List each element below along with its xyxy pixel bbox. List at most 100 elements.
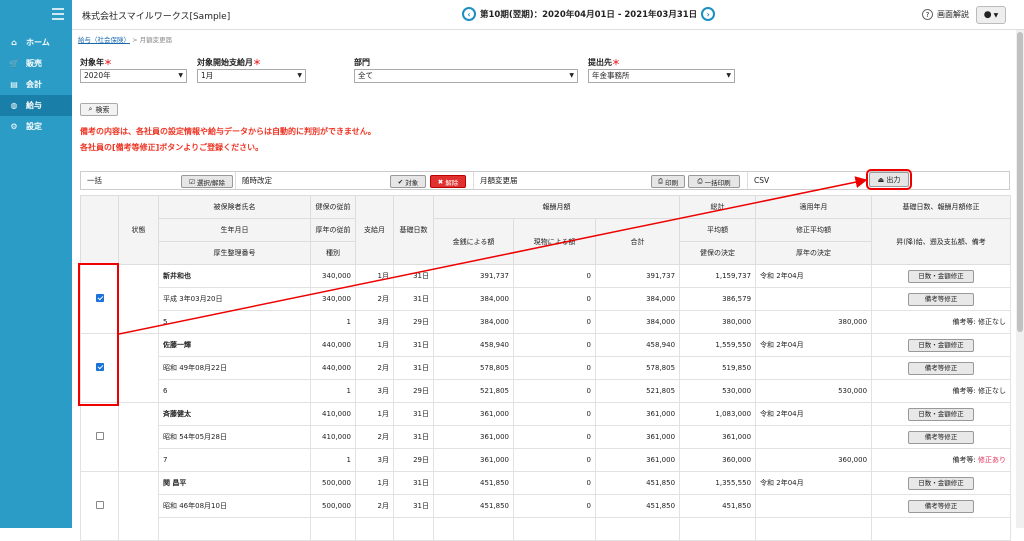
sidebar-item-4[interactable]: ⚙ 設定 xyxy=(0,116,72,137)
sidebar-item-2[interactable]: ▤ 会計 xyxy=(0,74,72,95)
chevron-down-icon: ▼ xyxy=(297,72,302,79)
pay-month: 3月 xyxy=(355,310,394,334)
menu-icon[interactable] xyxy=(52,8,64,23)
note-value: 修正なし xyxy=(978,318,1007,326)
company-name: 株式会社スマイルワークス[Sample] xyxy=(82,12,231,22)
goods-amount: 0 xyxy=(513,264,596,288)
select-release-button[interactable]: ☑ 選択/解除 xyxy=(181,175,233,188)
notice-line-2: 各社員の[備考等修正]ボタンよりご登録ください。 xyxy=(80,143,264,152)
total-amount: 451,850 xyxy=(594,494,681,518)
prev-period-icon[interactable]: ‹ xyxy=(462,7,476,21)
sidebar-item-3[interactable]: ◍ 給与 xyxy=(0,95,72,116)
select-cell xyxy=(80,402,119,472)
note-value: 修正あり xyxy=(978,456,1007,464)
base-days: 31日 xyxy=(393,264,434,288)
release-button[interactable]: ✖ 解除 xyxy=(430,175,466,188)
note-prefix: 備考等: xyxy=(952,387,979,395)
user-menu-button[interactable]: ● ▼ xyxy=(976,6,1006,24)
money-bag-icon: ◍ xyxy=(10,101,18,110)
note-fix-button[interactable]: 備考等修正 xyxy=(908,292,975,306)
total-amount: 458,940 xyxy=(594,333,681,357)
note-fix-cell: 備考等修正 xyxy=(871,356,1012,380)
average: 451,850 xyxy=(679,494,757,518)
table-row: 7 1 3月 29日 361,000 0 361,000 360,000 360,000 備考等:… xyxy=(81,448,1012,472)
sum: 1,159,737 xyxy=(679,264,757,288)
cash-amount: 451,850 xyxy=(433,494,514,518)
average: 361,000 xyxy=(679,425,757,449)
page-scrollbar[interactable] xyxy=(1016,30,1024,528)
note-value: 修正なし xyxy=(978,387,1007,395)
breadcrumb-current: 月額変更届 xyxy=(139,36,173,44)
total-amount: 521,805 xyxy=(594,379,681,403)
status-cell xyxy=(118,264,159,334)
row-checkbox[interactable] xyxy=(95,501,104,509)
pay-month: 1月 xyxy=(355,333,394,357)
bulk-print-button[interactable]: ⎙ 一括印刷 xyxy=(688,175,740,188)
hi-prev: 500,000 xyxy=(310,471,356,495)
pension-no xyxy=(158,517,311,541)
days-amount-fix-button[interactable]: 日数・金額修正 xyxy=(908,476,975,490)
breadcrumb-link[interactable]: 給与（社会保険） xyxy=(78,36,130,44)
row-checkbox[interactable] xyxy=(95,432,104,440)
apply-month: 令和 2年04月 xyxy=(755,471,873,495)
employee-name: 佐藤一輝 xyxy=(158,333,311,357)
check-icon: ✔ xyxy=(397,177,404,186)
hi-decided xyxy=(679,517,757,541)
cash-amount: 361,000 xyxy=(433,402,514,426)
search-button[interactable]: ⌕ 検索 xyxy=(80,103,118,116)
note-fix-button[interactable]: 備考等修正 xyxy=(908,430,975,444)
empty-cell xyxy=(393,517,434,541)
base-days: 31日 xyxy=(393,287,434,311)
next-period-icon[interactable]: › xyxy=(701,7,716,21)
help-link[interactable]: ? 画面解説 xyxy=(922,9,969,20)
help-icon: ? xyxy=(922,9,933,20)
csv-output-button[interactable]: ⏏ 出力 xyxy=(866,169,912,190)
note-fix-button[interactable]: 備考等修正 xyxy=(908,499,975,513)
target-button[interactable]: ✔ 対象 xyxy=(390,175,426,188)
sidebar-item-label: ホーム xyxy=(26,38,50,47)
chevron-down-icon: ▼ xyxy=(569,72,574,79)
pay-month: 3月 xyxy=(355,379,394,403)
goods-amount: 0 xyxy=(513,379,596,403)
pay-month: 2月 xyxy=(355,356,394,380)
month-select[interactable]: 1月 ▼ xyxy=(197,69,306,83)
empty-cell xyxy=(513,517,596,541)
dept-select[interactable]: 全て ▼ xyxy=(354,69,578,83)
type: 1 xyxy=(310,310,356,334)
pi-prev: 410,000 xyxy=(310,425,356,449)
table-row: 昭和 46年08月10日 500,000 2月 31日 451,850 0 451,850 4… xyxy=(81,494,1012,518)
form-section: 月額変更届 ⎙ 印刷 ⎙ 一括印刷 xyxy=(474,172,748,189)
cash-amount: 361,000 xyxy=(433,425,514,449)
dest-select[interactable]: 年金事務所 ▼ xyxy=(588,69,735,83)
bulk-section: 一括 ☑ 選択/解除 xyxy=(81,172,236,189)
ledger-icon: ▤ xyxy=(10,80,18,89)
days-amount-fix-button[interactable]: 日数・金額修正 xyxy=(908,338,975,352)
average: 519,850 xyxy=(679,356,757,380)
table-row: 昭和 49年08月22日 440,000 2月 31日 578,805 0 578,805 5… xyxy=(81,356,1012,380)
base-days: 31日 xyxy=(393,425,434,449)
base-days: 29日 xyxy=(393,448,434,472)
note-fix-button[interactable]: 備考等修正 xyxy=(908,361,975,375)
status-cell xyxy=(118,402,159,472)
pay-month: 2月 xyxy=(355,494,394,518)
days-amount-fix-button[interactable]: 日数・金額修正 xyxy=(908,407,975,421)
search-icon: ⌕ xyxy=(88,105,93,113)
apply-month: 令和 2年04月 xyxy=(755,333,873,357)
sidebar-item-0[interactable]: ⌂ ホーム xyxy=(0,32,72,53)
table-row: 昭和 54年05月28日 410,000 2月 31日 361,000 0 361,000 3… xyxy=(81,425,1012,449)
days-amount-fix-button[interactable]: 日数・金額修正 xyxy=(908,269,975,283)
print-button[interactable]: ⎙ 印刷 xyxy=(651,175,685,188)
pay-month: 1月 xyxy=(355,471,394,495)
fix-cell: 日数・金額修正 xyxy=(871,402,1012,426)
note-prefix: 備考等: xyxy=(952,456,979,464)
year-select[interactable]: 2020年 ▼ xyxy=(80,69,187,83)
sum: 1,559,550 xyxy=(679,333,757,357)
fix-cell: 日数・金額修正 xyxy=(871,333,1012,357)
sidebar-item-1[interactable]: 🛒 販売 xyxy=(0,53,72,74)
note-fix-cell: 備考等修正 xyxy=(871,425,1012,449)
pay-month: 2月 xyxy=(355,287,394,311)
printer-icon: ⎙ xyxy=(657,177,664,185)
goods-amount: 0 xyxy=(513,402,596,426)
type xyxy=(310,517,356,541)
empty-cell xyxy=(433,517,514,541)
